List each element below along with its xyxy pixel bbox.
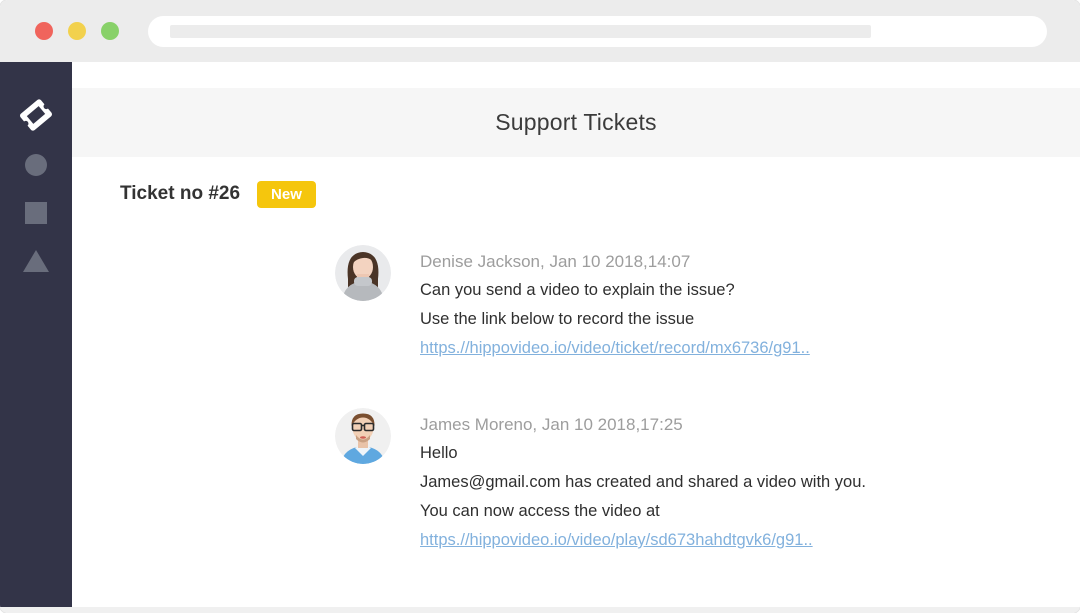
maximize-button[interactable]: [101, 22, 119, 40]
top-strip: [72, 62, 1080, 88]
sidebar: [0, 62, 72, 607]
message-body: Denise Jackson, Jan 10 2018,14:07 Can yo…: [420, 245, 810, 363]
ticket-icon: [20, 99, 52, 136]
page-title: Support Tickets: [72, 88, 1080, 157]
triangle-icon: [23, 250, 49, 272]
message-meta: Denise Jackson, Jan 10 2018,14:07: [420, 247, 810, 276]
message-james: James Moreno, Jan 10 2018,17:25 Hello Ja…: [335, 408, 1080, 555]
message-meta: James Moreno, Jan 10 2018,17:25: [420, 410, 866, 439]
record-video-link[interactable]: https.//hippovideo.io/video/ticket/recor…: [420, 334, 810, 363]
window-controls: [35, 22, 119, 40]
message-line: You can now access the video at: [420, 497, 866, 526]
message-line: James@gmail.com has created and shared a…: [420, 468, 866, 497]
browser-titlebar: [0, 0, 1080, 62]
square-icon: [25, 202, 47, 224]
circle-icon: [25, 154, 47, 176]
ticket-title-row: Ticket no #26 New: [120, 180, 1080, 208]
message-denise: Denise Jackson, Jan 10 2018,14:07 Can yo…: [335, 245, 1080, 363]
minimize-button[interactable]: [68, 22, 86, 40]
window-bottom-edge: [0, 607, 1080, 613]
status-badge: New: [257, 181, 316, 208]
sidebar-item-triangle[interactable]: [0, 244, 72, 278]
url-placeholder-bar: [170, 25, 871, 38]
message-line: Use the link below to record the issue: [420, 305, 810, 334]
ticket-panel: Ticket no #26 New: [72, 157, 1080, 555]
message-line: Hello: [420, 439, 866, 468]
sidebar-item-tickets[interactable]: [0, 100, 72, 134]
message-line: Can you send a video to explain the issu…: [420, 276, 810, 305]
main-content: Support Tickets Ticket no #26 New: [72, 62, 1080, 607]
avatar-james: [335, 408, 391, 464]
play-video-link[interactable]: https.//hippovideo.io/video/play/sd673ha…: [420, 526, 813, 555]
url-bar[interactable]: [148, 16, 1047, 47]
browser-window: Support Tickets Ticket no #26 New: [0, 0, 1080, 613]
ticket-title: Ticket no #26: [120, 183, 240, 205]
close-button[interactable]: [35, 22, 53, 40]
sidebar-item-square[interactable]: [0, 196, 72, 230]
app-body: Support Tickets Ticket no #26 New: [0, 62, 1080, 607]
message-body: James Moreno, Jan 10 2018,17:25 Hello Ja…: [420, 408, 866, 555]
avatar-denise: [335, 245, 391, 301]
sidebar-item-circle[interactable]: [0, 148, 72, 182]
